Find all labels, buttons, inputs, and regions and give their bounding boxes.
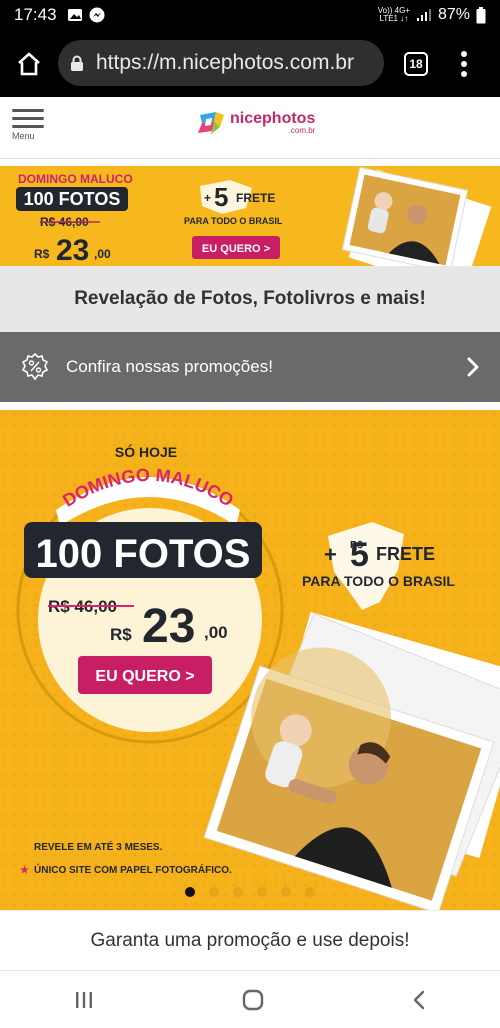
hero-note-1: REVELE EM ATÉ 3 MESES. [34,840,163,853]
strip-cents: ,00 [94,247,111,261]
logo-text: nicephotos [230,109,316,127]
strip-frete-number: 5 [214,182,228,212]
hero-headline: 100 FOTOS [36,532,251,576]
url-text: https://m.nicephotos.com.br [96,51,354,74]
strip-tag: DOMINGO MALUCO [18,172,133,186]
back-icon[interactable] [412,990,426,1010]
battery-percent: 87% [437,6,470,23]
hero-frete-number: 5 [350,536,369,574]
logo-subtext: .com.br [288,125,316,135]
carousel-dot[interactable] [209,887,219,897]
carousel-dot[interactable] [281,887,291,897]
signal-icon [416,9,431,21]
strip-frete-sub: PARA TODO O BRASIL [184,216,283,226]
browser-toolbar: https://m.nicephotos.com.br 18 [0,30,500,97]
promo-strip-art: DOMINGO MALUCO 100 FOTOS R$ 46,00 R$ 23 … [0,166,500,266]
strip-frete-word: FRETE [236,191,275,205]
carousel-dot[interactable] [185,887,195,897]
logo-mark-icon [198,112,224,135]
strip-price: 23 [56,234,89,266]
hero-frete-plus: + [324,542,337,567]
menu-label: Menu [12,131,35,141]
promo-info-text: Garanta uma promoção e use depois! [0,910,500,970]
chevron-right-icon [467,357,479,377]
hero-currency: R$ [110,625,132,644]
site-logo[interactable]: nicephotos .com.br [196,109,315,137]
promo-strip-banner[interactable]: DOMINGO MALUCO 100 FOTOS R$ 46,00 R$ 23 … [0,166,500,266]
strip-headline: 100 FOTOS [24,189,121,209]
hero-so-hoje: SÓ HOJE [115,443,177,460]
network-indicator: Vo)) 4G+ LTE1 ↓↑ [377,6,410,23]
carousel-dot[interactable] [233,887,243,897]
tagline-band: Revelação de Fotos, Fotolivros e mais! [0,266,500,332]
battery-icon [476,6,486,23]
promo-info-label: Garanta uma promoção e use depois! [90,929,410,951]
site-header: Menu nicephotos .com.br [0,97,500,159]
strip-currency: R$ [34,247,50,261]
carousel-dot[interactable] [305,887,315,897]
promotions-link-label: Confira nossas promoções! [66,357,273,376]
hero-note-2: ÚNICO SITE COM PAPEL FOTOGRÁFICO. [34,863,232,876]
tab-count: 18 [409,57,423,71]
hero-price: 23 [142,600,195,653]
messenger-icon [89,7,105,23]
hero-note-star-icon: ★ [20,865,29,876]
hero-cta-label: EU QUERO > [95,668,194,685]
carousel-dot[interactable] [257,887,267,897]
home-button-icon[interactable] [242,989,264,1011]
hero-frete-sub: PARA TODO O BRASIL [302,573,455,589]
hero-cents: ,00 [204,623,228,642]
address-bar[interactable]: https://m.nicephotos.com.br [58,40,384,86]
hero-frete-word: FRETE [376,544,435,564]
overflow-menu-icon[interactable] [460,50,468,78]
hero-carousel[interactable]: SÓ HOJE DOMINGO MALUCO 100 FOTOS R$ 46,0… [0,410,500,910]
discount-badge-icon [21,352,49,381]
tab-switcher-button[interactable]: 18 [404,52,428,76]
home-icon[interactable] [16,52,42,76]
hero-banner-art: SÓ HOJE DOMINGO MALUCO 100 FOTOS R$ 46,0… [0,410,500,910]
recent-apps-icon[interactable] [74,991,94,1009]
strip-frete-plus: + [204,191,211,205]
tagline-text: Revelação de Fotos, Fotolivros e mais! [74,288,426,309]
lock-icon [71,55,83,71]
promotions-link[interactable]: Confira nossas promoções! [0,332,500,402]
menu-button[interactable]: Menu [12,109,44,141]
strip-cta-label: EU QUERO > [202,243,270,255]
gallery-icon [67,9,82,21]
system-nav-bar [0,970,500,1028]
clock: 17:43 [14,5,57,24]
status-bar: 17:43 Vo)) 4G+ LTE1 ↓↑ 87% [0,0,500,30]
